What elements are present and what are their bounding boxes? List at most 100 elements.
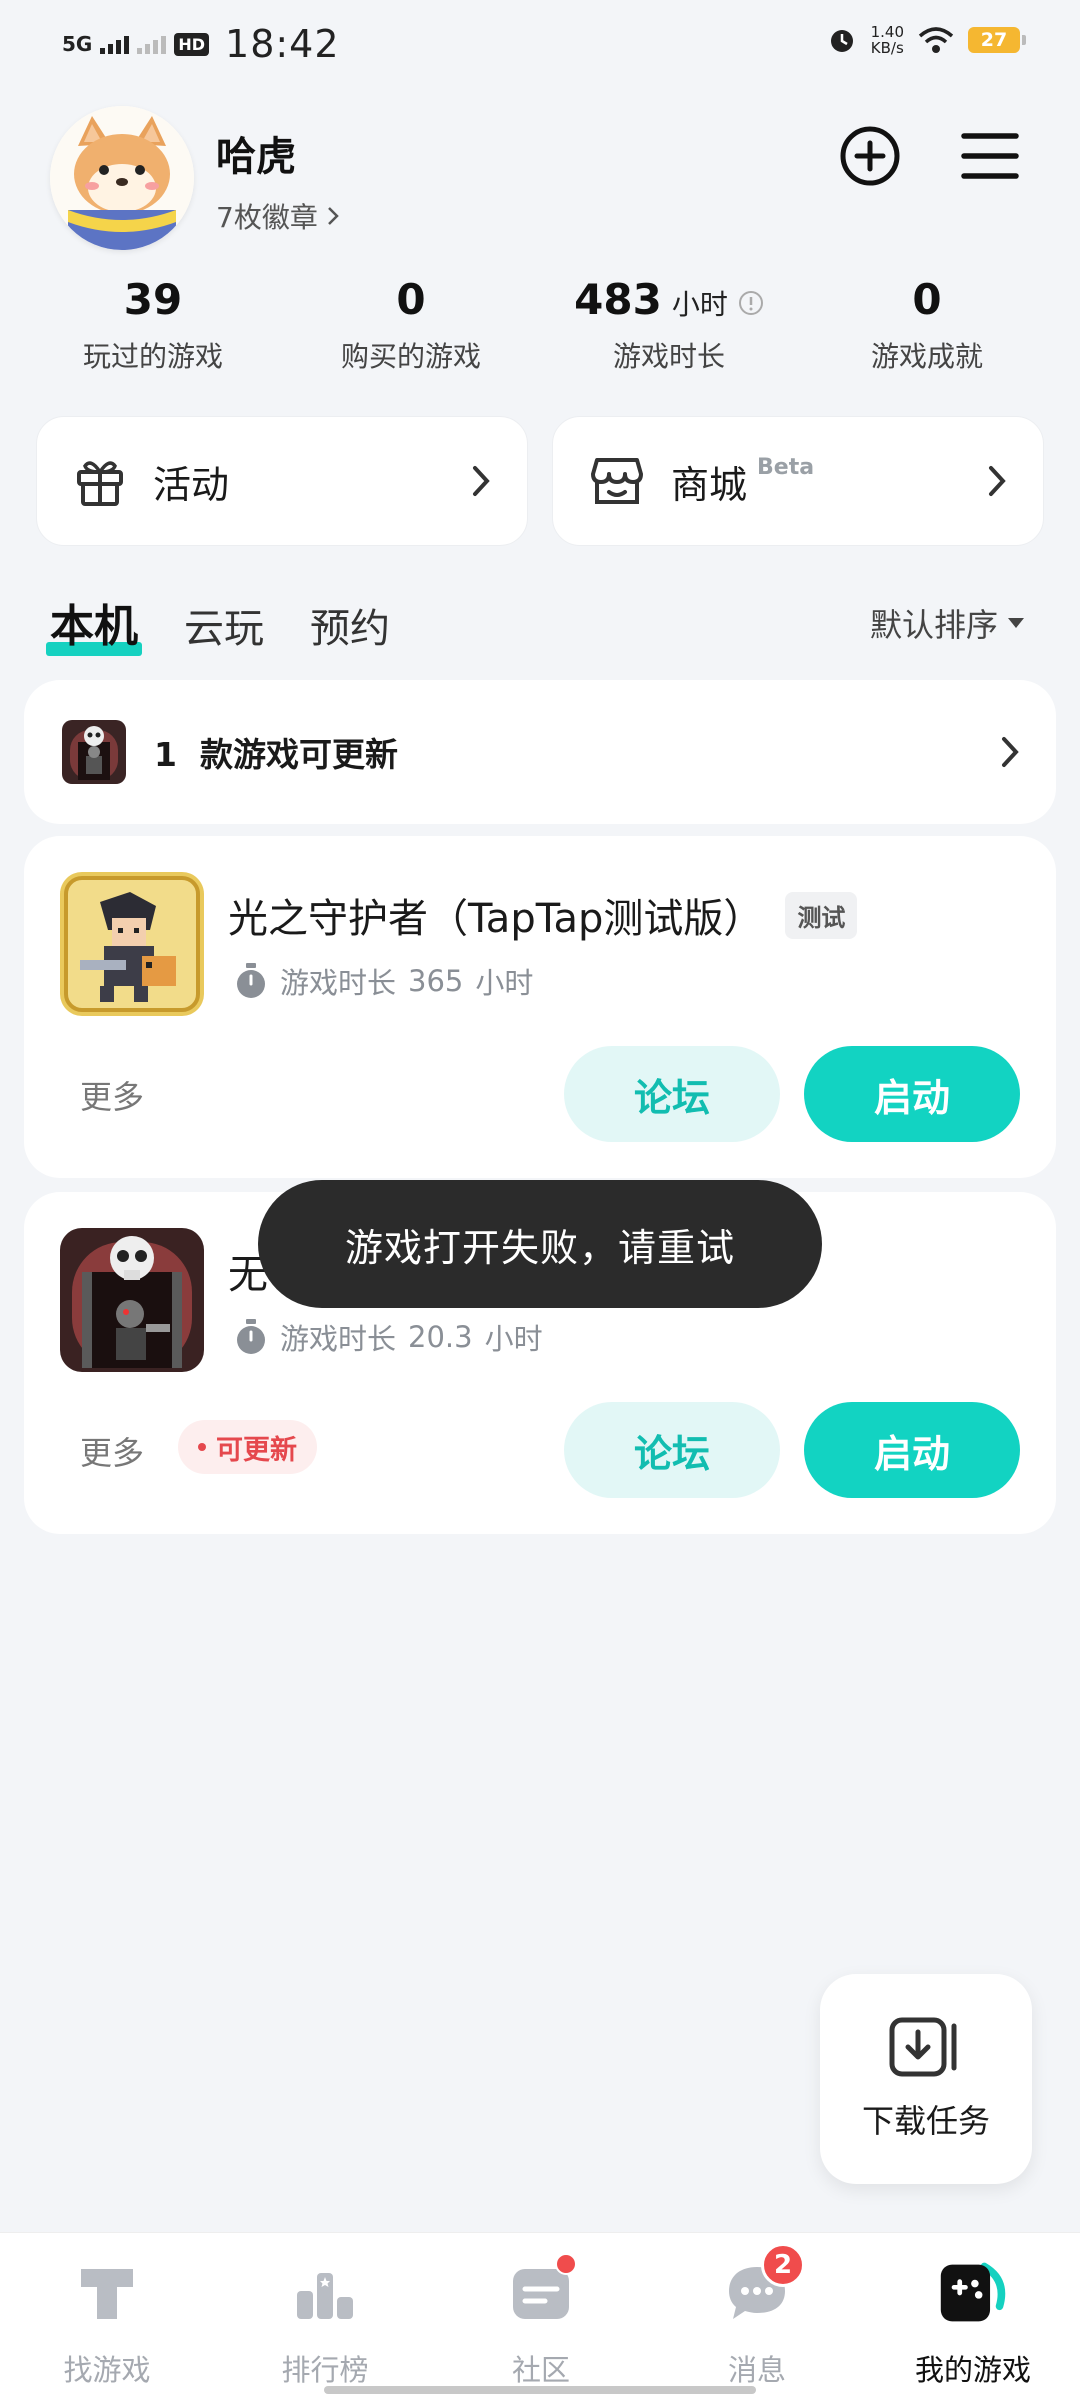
update-text: 款游戏可更新 — [199, 735, 398, 774]
playtime-value: 365 — [408, 964, 464, 998]
update-banner[interactable]: 1 款游戏可更新 — [24, 680, 1056, 824]
stat-label: 游戏成就 — [870, 340, 983, 373]
tab-local[interactable]: 本机 — [46, 590, 142, 662]
tab-bar: 本机 云玩 预约 — [46, 590, 390, 662]
message-icon: 2 — [721, 2243, 805, 2329]
net-speed: 1.40 KB/s — [870, 23, 904, 57]
shiba-avatar-icon — [50, 106, 194, 250]
stat-value: 0 — [912, 275, 942, 324]
events-card[interactable]: 活动 — [36, 416, 528, 546]
menu-button[interactable] — [956, 122, 1024, 190]
ranking-icon — [289, 2257, 361, 2329]
battery-icon: 27 — [968, 27, 1026, 53]
nav-label: 消息 — [727, 2353, 786, 2387]
status-bar: 5G HD 18:42 1.40 KB/s 27 — [0, 0, 1080, 90]
game-icon[interactable] — [60, 872, 204, 1016]
update-count-text: 1 款游戏可更新 — [154, 728, 398, 776]
nav-community[interactable]: 社区 — [456, 2253, 626, 2389]
playtime-value: 20.3 — [408, 1320, 473, 1354]
more-button[interactable]: 更多 — [80, 1428, 144, 1474]
nav-label: 社区 — [511, 2353, 570, 2387]
alarm-icon — [830, 30, 853, 52]
add-button[interactable] — [836, 122, 904, 190]
forum-button[interactable]: 论坛 — [564, 1046, 780, 1142]
update-available-tag[interactable]: 可更新 — [178, 1420, 317, 1474]
playtime: 游戏时长 365 小时 — [234, 960, 533, 1002]
signal-icon — [100, 34, 130, 54]
stopwatch-icon — [237, 963, 265, 998]
stat-value: 39 — [123, 275, 183, 324]
home-indicator[interactable] — [324, 2386, 756, 2394]
stat-achievements[interactable]: 0 游戏成就 — [802, 275, 1052, 375]
launch-button[interactable]: 启动 — [804, 1046, 1020, 1142]
playtime-unit: 小时 — [484, 1322, 543, 1356]
playtime: 游戏时长 20.3 小时 — [234, 1316, 543, 1358]
my-games-icon — [937, 2257, 1009, 2329]
more-button[interactable]: 更多 — [80, 1072, 144, 1118]
update-tag-label: 可更新 — [216, 1434, 297, 1466]
community-icon — [505, 2253, 577, 2329]
bottom-navigation: 找游戏 排行榜 社区 2 消息 我的游戏 — [0, 2232, 1080, 2400]
stat-value: 0 — [396, 275, 426, 324]
store-icon — [591, 458, 643, 504]
game-title-text: 光之守护者（TapTap测试版） — [228, 896, 764, 942]
tab-label: 云玩 — [184, 606, 264, 652]
nav-my-games[interactable]: 我的游戏 — [888, 2257, 1058, 2389]
launch-button[interactable]: 启动 — [804, 1402, 1020, 1498]
signal-secondary-icon — [137, 34, 167, 54]
game-card: 光之守护者（TapTap测试版） 测试 游戏时长 365 小时 更多 论坛 启动 — [24, 836, 1056, 1178]
nav-ranking[interactable]: 排行榜 — [240, 2257, 410, 2389]
chevron-right-icon — [473, 466, 490, 496]
sort-label: 默认排序 — [869, 606, 998, 644]
message-count-badge: 2 — [761, 2243, 805, 2287]
nav-messages[interactable]: 2 消息 — [672, 2243, 842, 2389]
hamburger-menu-icon — [961, 133, 1019, 179]
playtime-unit: 小时 — [475, 966, 534, 1000]
store-label: 商城 — [671, 462, 748, 507]
chevron-right-icon — [989, 466, 1006, 496]
error-toast: 游戏打开失败，请重试 — [258, 1180, 822, 1308]
badges-label: 7枚徽章 — [216, 201, 318, 234]
avatar[interactable] — [50, 106, 194, 250]
stat-label: 游戏时长 — [612, 340, 725, 373]
game-thumbnail-icon — [62, 720, 126, 784]
stat-label: 购买的游戏 — [340, 340, 481, 373]
update-count: 1 — [154, 735, 177, 774]
download-icon — [889, 2017, 957, 2077]
stat-purchased-games[interactable]: 0 购买的游戏 — [286, 275, 536, 375]
stat-label: 玩过的游戏 — [82, 340, 223, 373]
stat-value: 483 — [574, 275, 662, 324]
plus-circle-icon — [840, 126, 900, 186]
gift-icon — [77, 461, 123, 506]
test-tag: 测试 — [785, 891, 858, 939]
stopwatch-icon — [237, 1319, 265, 1354]
username: 哈虎 — [216, 134, 296, 180]
tab-reservations[interactable]: 预约 — [310, 596, 390, 662]
chevron-right-icon — [327, 207, 339, 225]
hd-icon: HD — [174, 32, 210, 56]
nav-find-games[interactable]: 找游戏 — [22, 2257, 192, 2389]
download-task-label: 下载任务 — [861, 2102, 990, 2140]
status-right: 1.40 KB/s 27 — [827, 23, 1026, 57]
wifi-icon — [918, 27, 954, 53]
sort-dropdown[interactable]: 默认排序 — [870, 600, 1024, 646]
chevron-right-icon — [1002, 737, 1019, 767]
notification-dot-icon — [555, 2253, 577, 2275]
beta-tag: Beta — [757, 455, 815, 480]
badges-link[interactable]: 7枚徽章 — [216, 196, 340, 236]
stat-unit: 小时 — [671, 288, 728, 321]
nav-label: 排行榜 — [281, 2353, 369, 2387]
store-card[interactable]: 商城 Beta — [552, 416, 1044, 546]
tab-cloud[interactable]: 云玩 — [184, 596, 264, 662]
clock: 18:42 — [225, 22, 340, 66]
stat-played-games[interactable]: 39 玩过的游戏 — [28, 275, 278, 375]
playtime-label: 游戏时长 — [280, 1322, 397, 1356]
info-icon[interactable] — [738, 290, 764, 316]
game-icon[interactable] — [60, 1228, 204, 1372]
tab-label: 本机 — [50, 601, 138, 652]
forum-button[interactable]: 论坛 — [564, 1402, 780, 1498]
download-task-button[interactable]: 下载任务 — [820, 1974, 1032, 2184]
game-title[interactable]: 光之守护者（TapTap测试版） 测试 — [228, 886, 858, 944]
stat-play-time[interactable]: 483 小时 游戏时长 — [544, 275, 794, 375]
nav-label: 我的游戏 — [914, 2353, 1031, 2387]
